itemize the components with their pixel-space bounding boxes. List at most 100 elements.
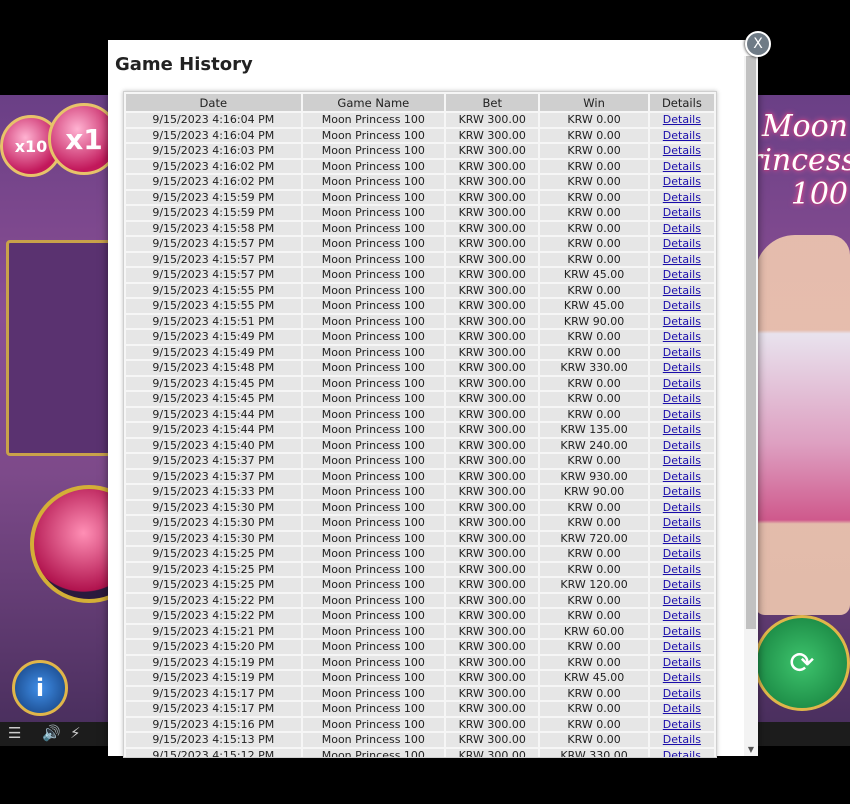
cell-game-name: Moon Princess 100 bbox=[302, 159, 445, 173]
cell-game-name: Moon Princess 100 bbox=[302, 500, 445, 514]
details-link[interactable]: Details bbox=[663, 268, 701, 281]
cell-date: 9/15/2023 4:15:30 PM bbox=[126, 531, 301, 545]
details-link[interactable]: Details bbox=[663, 563, 701, 576]
cell-win: KRW 0.00 bbox=[540, 733, 648, 747]
reel-frame bbox=[6, 240, 122, 456]
cell-bet: KRW 300.00 bbox=[446, 516, 539, 530]
cell-game-name: Moon Princess 100 bbox=[302, 748, 445, 757]
game-history-modal: Game History Date Game Name Bet Win Deta… bbox=[108, 40, 758, 758]
details-link[interactable]: Details bbox=[663, 625, 701, 638]
cell-bet: KRW 300.00 bbox=[446, 392, 539, 406]
details-link[interactable]: Details bbox=[663, 547, 701, 560]
turbo-icon[interactable]: ⚡ bbox=[70, 724, 81, 742]
details-link[interactable]: Details bbox=[663, 330, 701, 343]
details-link[interactable]: Details bbox=[663, 346, 701, 359]
cell-date: 9/15/2023 4:15:37 PM bbox=[126, 454, 301, 468]
details-link[interactable]: Details bbox=[663, 191, 701, 204]
cell-bet: KRW 300.00 bbox=[446, 423, 539, 437]
details-link[interactable]: Details bbox=[663, 361, 701, 374]
cell-details: Details bbox=[649, 330, 714, 344]
cell-game-name: Moon Princess 100 bbox=[302, 624, 445, 638]
details-link[interactable]: Details bbox=[663, 284, 701, 297]
details-link[interactable]: Details bbox=[663, 392, 701, 405]
info-button[interactable]: i bbox=[12, 660, 68, 716]
table-row: 9/15/2023 4:15:57 PM Moon Princess 100 KRW… bbox=[126, 268, 714, 282]
details-link[interactable]: Details bbox=[663, 609, 701, 622]
details-link[interactable]: Details bbox=[663, 299, 701, 312]
details-link[interactable]: Details bbox=[663, 516, 701, 529]
menu-icon[interactable]: ☰ bbox=[8, 724, 21, 742]
cell-game-name: Moon Princess 100 bbox=[302, 392, 445, 406]
details-link[interactable]: Details bbox=[663, 129, 701, 142]
cell-date: 9/15/2023 4:15:48 PM bbox=[126, 361, 301, 375]
details-link[interactable]: Details bbox=[663, 485, 701, 498]
spin-button[interactable]: ⟳ bbox=[754, 615, 850, 711]
details-link[interactable]: Details bbox=[663, 470, 701, 483]
cell-details: Details bbox=[649, 485, 714, 499]
cell-details: Details bbox=[649, 237, 714, 251]
details-link[interactable]: Details bbox=[663, 733, 701, 746]
table-row: 9/15/2023 4:15:12 PM Moon Princess 100 KRW… bbox=[126, 748, 714, 758]
table-header-row: Date Game Name Bet Win Details bbox=[126, 94, 714, 111]
details-link[interactable]: Details bbox=[663, 206, 701, 219]
details-link[interactable]: Details bbox=[663, 749, 701, 758]
cell-game-name: Moon Princess 100 bbox=[302, 252, 445, 266]
table-row: 9/15/2023 4:15:33 PM Moon Princess 100 KRW… bbox=[126, 485, 714, 499]
column-header-win: Win bbox=[540, 94, 648, 111]
details-link[interactable]: Details bbox=[663, 315, 701, 328]
details-link[interactable]: Details bbox=[663, 594, 701, 607]
cell-win: KRW 0.00 bbox=[540, 113, 648, 127]
cell-bet: KRW 300.00 bbox=[446, 578, 539, 592]
cell-details: Details bbox=[649, 500, 714, 514]
cell-win: KRW 0.00 bbox=[540, 237, 648, 251]
cell-bet: KRW 300.00 bbox=[446, 361, 539, 375]
details-link[interactable]: Details bbox=[663, 454, 701, 467]
details-link[interactable]: Details bbox=[663, 253, 701, 266]
cell-win: KRW 0.00 bbox=[540, 252, 648, 266]
details-link[interactable]: Details bbox=[663, 532, 701, 545]
details-link[interactable]: Details bbox=[663, 656, 701, 669]
cell-date: 9/15/2023 4:15:55 PM bbox=[126, 299, 301, 313]
scrollbar-thumb[interactable] bbox=[746, 56, 756, 629]
details-link[interactable]: Details bbox=[663, 501, 701, 514]
modal-scrollbar[interactable]: ▼ bbox=[744, 56, 758, 756]
table-row: 9/15/2023 4:15:48 PM Moon Princess 100 KRW… bbox=[126, 361, 714, 375]
history-table-container: Date Game Name Bet Win Details 9/15/2023… bbox=[123, 91, 717, 758]
details-link[interactable]: Details bbox=[663, 113, 701, 126]
cell-game-name: Moon Princess 100 bbox=[302, 345, 445, 359]
cell-win: KRW 135.00 bbox=[540, 423, 648, 437]
details-link[interactable]: Details bbox=[663, 671, 701, 684]
cell-date: 9/15/2023 4:15:16 PM bbox=[126, 717, 301, 731]
details-link[interactable]: Details bbox=[663, 718, 701, 731]
details-link[interactable]: Details bbox=[663, 423, 701, 436]
cell-details: Details bbox=[649, 423, 714, 437]
cell-win: KRW 0.00 bbox=[540, 717, 648, 731]
details-link[interactable]: Details bbox=[663, 687, 701, 700]
details-link[interactable]: Details bbox=[663, 237, 701, 250]
details-link[interactable]: Details bbox=[663, 702, 701, 715]
cell-bet: KRW 300.00 bbox=[446, 283, 539, 297]
details-link[interactable]: Details bbox=[663, 640, 701, 653]
cell-bet: KRW 300.00 bbox=[446, 314, 539, 328]
details-link[interactable]: Details bbox=[663, 439, 701, 452]
table-row: 9/15/2023 4:15:30 PM Moon Princess 100 KRW… bbox=[126, 516, 714, 530]
cell-bet: KRW 300.00 bbox=[446, 469, 539, 483]
details-link[interactable]: Details bbox=[663, 408, 701, 421]
cell-details: Details bbox=[649, 190, 714, 204]
details-link[interactable]: Details bbox=[663, 160, 701, 173]
cell-bet: KRW 300.00 bbox=[446, 159, 539, 173]
details-link[interactable]: Details bbox=[663, 175, 701, 188]
cell-details: Details bbox=[649, 609, 714, 623]
details-link[interactable]: Details bbox=[663, 222, 701, 235]
close-button[interactable]: X bbox=[745, 31, 771, 57]
details-link[interactable]: Details bbox=[663, 377, 701, 390]
column-header-date: Date bbox=[126, 94, 301, 111]
scroll-down-arrow-icon[interactable]: ▼ bbox=[744, 742, 758, 756]
details-link[interactable]: Details bbox=[663, 144, 701, 157]
table-row: 9/15/2023 4:15:57 PM Moon Princess 100 KRW… bbox=[126, 237, 714, 251]
cell-date: 9/15/2023 4:15:19 PM bbox=[126, 655, 301, 669]
cell-details: Details bbox=[649, 516, 714, 530]
table-row: 9/15/2023 4:15:16 PM Moon Princess 100 KRW… bbox=[126, 717, 714, 731]
details-link[interactable]: Details bbox=[663, 578, 701, 591]
sound-icon[interactable]: 🔊 bbox=[42, 724, 61, 742]
